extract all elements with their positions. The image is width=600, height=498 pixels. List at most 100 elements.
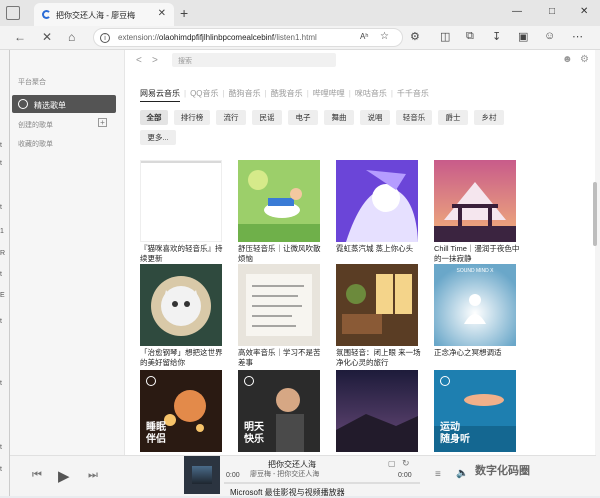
source-separator: | (222, 89, 225, 98)
tab-source[interactable]: 酷我音乐 (271, 88, 303, 99)
tab-source[interactable]: 千千音乐 (397, 88, 429, 99)
netease-logo-icon (244, 376, 254, 386)
tab-source[interactable]: 哔哩哔哩 (313, 88, 345, 99)
search-input[interactable]: 搜索 (172, 53, 336, 67)
category-chip[interactable]: 更多... (140, 130, 176, 145)
sidebar-item-label: 精选歌单 (34, 101, 66, 110)
playlist-title[interactable]: 『猫咪喜欢的轻音乐』持续更新 (140, 244, 228, 264)
favorite-icon[interactable]: ☆ (380, 31, 389, 42)
tab-source[interactable]: 咪咕音乐 (355, 88, 387, 99)
category-chip[interactable]: 排行榜 (174, 110, 210, 125)
extensions-icon[interactable]: ⚙ (410, 30, 420, 43)
playlist-title[interactable]: 舒压轻音乐｜让微风吹散烦恼 (238, 244, 326, 264)
playlist-cover[interactable] (336, 264, 418, 346)
close-window-button[interactable]: ✕ (580, 6, 588, 17)
playlist-cover[interactable]: SOUND MIND X (434, 264, 516, 346)
current-time: 0:00 (226, 472, 240, 479)
source-tabs: 网易云音乐 | QQ音乐 | 酷狗音乐 | 酷我音乐 | 哔哩哔哩 | 咪咕音乐 | 千千音乐 (140, 88, 433, 102)
playlist-title[interactable]: Chill Time｜漫润于夜色中的一抹寂静 (434, 244, 522, 264)
background-window-strip: t t t 1 R t E t t t t (0, 50, 9, 496)
profile-icon[interactable]: ☺ (544, 30, 555, 42)
category-chip[interactable]: 说唱 (360, 110, 390, 125)
search-placeholder: 搜索 (178, 58, 192, 65)
tab-source[interactable]: 网易云音乐 (140, 88, 180, 102)
now-playing-cover[interactable] (184, 456, 220, 494)
playlist-cover[interactable] (140, 264, 222, 346)
new-tab-button[interactable]: + (180, 5, 188, 21)
back-button[interactable]: < (136, 55, 142, 66)
playlist-cover[interactable] (434, 160, 516, 242)
netease-logo-icon (440, 376, 450, 386)
category-chip[interactable]: 爵士 (438, 110, 468, 125)
source-separator: | (264, 89, 267, 98)
user-icon[interactable]: ☻ (562, 54, 573, 65)
category-chip[interactable]: 电子 (288, 110, 318, 125)
collections-icon[interactable]: ⧉ (466, 30, 474, 43)
address-bar[interactable]: i extension://olaohimdpfifjlhlinbpcomeal… (93, 28, 403, 47)
top-bar: < > 搜索 ☻ ⚙ (126, 50, 596, 72)
tab-close-icon[interactable]: ✕ (158, 8, 166, 19)
category-chip[interactable]: 流行 (216, 110, 246, 125)
more-icon[interactable]: ⋯ (572, 30, 583, 43)
volume-icon[interactable]: 🔈 (456, 468, 468, 479)
forward-button[interactable]: > (152, 55, 158, 66)
sidebar-section-collected: 收藏的歌单 (18, 141, 53, 148)
listen1-app: 平台聚合 精选歌单 创建的歌单 + 收藏的歌单 < > 搜索 ☻ ⚙ 网易云音乐… (9, 50, 597, 496)
playlist-title[interactable]: 「治愈钢琴」想把这世界的美好留给你 (140, 348, 228, 368)
sidebar: 平台聚合 精选歌单 创建的歌单 + 收藏的歌单 (10, 50, 125, 455)
read-aloud-icon[interactable]: Aʰ (360, 32, 368, 41)
tab-source[interactable]: 酷狗音乐 (229, 88, 261, 99)
category-chip[interactable]: 轻音乐 (396, 110, 432, 125)
minimize-button[interactable]: — (512, 6, 522, 17)
main-content: < > 搜索 ☻ ⚙ 网易云音乐 | QQ音乐 | 酷狗音乐 | 酷我音乐 | 哔哩哔哩 | 咪咕音… (126, 50, 596, 455)
playlist-queue-icon[interactable]: ≡ (435, 469, 441, 480)
settings-icon[interactable]: ⚙ (580, 54, 589, 65)
split-screen-icon[interactable]: ◫ (440, 30, 450, 43)
playlist-title[interactable]: 霓虹蒸汽城 蒸上你心头 (336, 244, 424, 254)
category-chip[interactable]: 舞曲 (324, 110, 354, 125)
url-text[interactable]: extension://olaohimdpfifjlhlinbpcomealce… (118, 33, 317, 42)
sidebar-section-platform: 平台聚合 (18, 79, 46, 86)
playlist-cover[interactable] (238, 160, 320, 242)
stop-icon[interactable]: ✕ (42, 30, 52, 44)
tab-actions-icon[interactable] (6, 6, 20, 20)
disc-icon (18, 99, 28, 109)
add-playlist-button[interactable]: + (98, 118, 107, 127)
sidebar-item-featured[interactable]: 精选歌单 (12, 95, 116, 113)
total-time: 0:00 (398, 472, 412, 479)
tab-bar: 把你交还人海 - 廖豆梅 ✕ + — □ ✕ (0, 0, 600, 26)
netease-logo-icon (146, 376, 156, 386)
playlist-title[interactable]: 氛围轻音：闭上眼 来一场净化心灵的旅行 (336, 348, 424, 368)
extension-icon[interactable]: ▣ (518, 30, 528, 43)
playlist-cover[interactable]: 明天 快乐 (238, 370, 320, 452)
home-icon[interactable]: ⌂ (68, 30, 75, 44)
back-icon[interactable]: ← (14, 30, 26, 44)
category-chip[interactable]: 民谣 (252, 110, 282, 125)
tab-source[interactable]: QQ音乐 (190, 88, 218, 99)
scrollbar[interactable] (593, 182, 597, 246)
category-chip[interactable]: 乡村 (474, 110, 504, 125)
browser-tab[interactable]: 把你交还人海 - 廖豆梅 ✕ (34, 3, 174, 26)
next-icon[interactable]: ⏭ (88, 469, 98, 482)
playlist-cover[interactable] (140, 160, 222, 242)
cover-overlay-text: 明天 快乐 (244, 422, 264, 445)
playlist-cover[interactable] (336, 160, 418, 242)
maximize-button[interactable]: □ (549, 6, 555, 17)
playlist-cover[interactable]: 睡眠 伴侣 (140, 370, 222, 452)
playlist-title[interactable]: 高效率音乐｜学习不是苦差事 (238, 348, 326, 368)
cover-overlay-text: SOUND MIND X (456, 268, 494, 274)
previous-icon[interactable]: ⏮ (32, 469, 42, 482)
site-info-icon[interactable]: i (100, 33, 110, 43)
progress-bar[interactable] (224, 482, 420, 484)
cover-overlay-text: 运动 随身听 (440, 422, 470, 445)
play-icon[interactable]: ▶ (58, 467, 70, 485)
playlist-cover[interactable]: 运动 随身听 (434, 370, 516, 452)
loading-icon (42, 10, 51, 19)
category-chip[interactable]: 全部 (140, 110, 168, 125)
loop-icon[interactable]: ↻ (402, 458, 410, 469)
playlist-title[interactable]: 正念净心之冥想调适 (434, 348, 522, 358)
add-to-playlist-icon[interactable]: ▢ (388, 459, 396, 468)
playlist-cover[interactable] (238, 264, 320, 346)
playlist-cover[interactable] (336, 370, 418, 452)
download-icon[interactable]: ↧ (492, 30, 501, 43)
